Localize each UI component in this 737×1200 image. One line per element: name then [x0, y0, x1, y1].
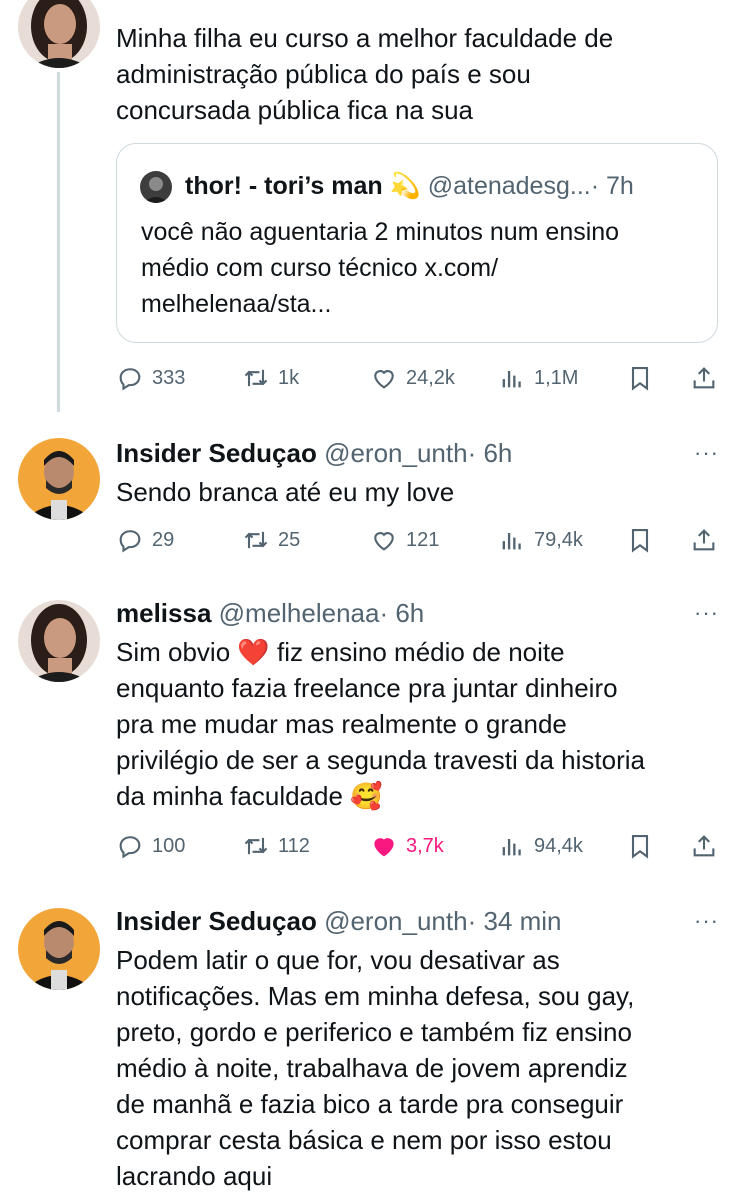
tweet-text: Minha filha eu curso a melhor faculdade … [116, 23, 614, 125]
quoted-time: · 7h [590, 172, 634, 200]
tweet-4[interactable]: Insider Seduçao @eron_unth· 34 min ··· P… [0, 900, 737, 1200]
like-button-liked[interactable]: 3,7k [370, 828, 444, 864]
timestamp[interactable]: · 6h [468, 438, 513, 468]
share-icon [693, 835, 715, 857]
avatar-melissa[interactable] [18, 600, 100, 682]
tweet-text: Sendo branca até eu my love [116, 477, 455, 507]
reply-icon [119, 368, 141, 391]
repost-button[interactable]: 1k [242, 360, 299, 396]
bookmark-icon [631, 367, 649, 391]
like-count: 3,7k [406, 834, 444, 857]
repost-button[interactable]: 112 [242, 828, 310, 864]
heart-icon [374, 370, 394, 389]
bookmark-button[interactable] [626, 522, 662, 558]
share-icon [693, 529, 715, 551]
handle[interactable]: @melhelenaa [219, 598, 380, 628]
quoted-avatar [140, 171, 172, 203]
like-count: 121 [406, 528, 440, 551]
repost-icon [244, 837, 268, 855]
views-icon [502, 371, 521, 388]
timestamp[interactable]: · 6h [379, 598, 424, 628]
tweet-actions: 100 112 3,7k 94,4k [116, 828, 720, 864]
reply-button[interactable]: 100 [116, 828, 185, 864]
share-button[interactable] [690, 828, 726, 864]
quoted-tweet[interactable]: thor! - tori’s man 💫 @atenadesg...· 7h v… [116, 143, 718, 343]
repost-icon [244, 369, 268, 387]
display-name[interactable]: Insider Seduçao [116, 906, 317, 936]
timestamp[interactable]: · 34 min [468, 906, 562, 936]
bookmark-button[interactable] [626, 360, 662, 396]
bookmark-icon [631, 835, 649, 859]
quoted-handle[interactable]: @atenadesg... [428, 172, 591, 200]
more-options-icon[interactable]: ··· [694, 908, 719, 934]
more-options-icon[interactable]: ··· [694, 440, 719, 466]
thread-line [57, 72, 60, 412]
tweet-actions: 333 1k 24,2k 1,1M [116, 360, 720, 396]
reply-count: 29 [152, 528, 175, 551]
views-count: 79,4k [534, 528, 583, 551]
display-name[interactable]: Insider Seduçao [116, 438, 317, 468]
views-icon [502, 839, 521, 856]
views-button[interactable]: 94,4k [498, 828, 583, 864]
handle[interactable]: @eron_unth [324, 438, 468, 468]
views-count: 1,1M [534, 366, 579, 389]
share-button[interactable] [690, 522, 726, 558]
heart-filled-icon [374, 838, 394, 857]
avatar-melissa[interactable] [18, 0, 100, 68]
bookmark-button[interactable] [626, 828, 662, 864]
like-button[interactable]: 24,2k [370, 360, 455, 396]
share-icon [693, 367, 715, 389]
tweet-1[interactable]: Minha filha eu curso a melhor faculdade … [0, 0, 737, 412]
reply-icon [119, 836, 141, 859]
avatar-image [18, 908, 100, 990]
avatar-image [18, 0, 100, 68]
avatar-insider[interactable] [18, 908, 100, 990]
tweet-actions: 29 25 121 79,4k [116, 522, 720, 558]
quoted-name[interactable]: thor! - tori’s man 💫 [185, 172, 421, 200]
avatar-insider[interactable] [18, 438, 100, 520]
repost-count: 25 [278, 528, 301, 551]
repost-button[interactable]: 25 [242, 522, 300, 558]
handle[interactable]: @eron_unth [324, 906, 468, 936]
like-count: 24,2k [406, 366, 455, 389]
like-button[interactable]: 121 [370, 522, 439, 558]
tweet-header: Insider Seduçao @eron_unth· 34 min [116, 906, 562, 937]
tweet-3[interactable]: melissa @melhelenaa· 6h ··· Sim obvio ❤️… [0, 590, 737, 900]
reply-button[interactable]: 333 [116, 360, 185, 396]
reply-button[interactable]: 29 [116, 522, 174, 558]
repost-count: 112 [278, 834, 310, 857]
reply-count: 333 [152, 366, 186, 389]
tweet-text: Podem latir o que for, vou desativar as … [116, 945, 635, 1191]
views-button[interactable]: 79,4k [498, 522, 583, 558]
quoted-text: você não aguentaria 2 minutos num ensino… [141, 218, 620, 318]
tweet-2[interactable]: Insider Seduçao @eron_unth· 6h ··· Sendo… [0, 410, 737, 590]
views-icon [502, 533, 521, 550]
bookmark-icon [631, 529, 649, 553]
repost-count: 1k [278, 366, 300, 389]
tweet-header: Insider Seduçao @eron_unth· 6h [116, 438, 512, 469]
display-name[interactable]: melissa [116, 598, 211, 628]
repost-icon [244, 531, 268, 549]
views-count: 94,4k [534, 834, 583, 857]
reply-count: 100 [152, 834, 186, 857]
share-button[interactable] [690, 360, 726, 396]
tweet-header: melissa @melhelenaa· 6h [116, 598, 424, 629]
avatar-image [18, 600, 100, 682]
avatar-image [18, 438, 100, 520]
quoted-header: thor! - tori’s man 💫 @atenadesg...· 7h [185, 172, 634, 201]
heart-icon [374, 532, 394, 551]
tweet-text: Sim obvio ❤️ fiz ensino médio de noite e… [116, 637, 645, 811]
reply-icon [119, 530, 141, 553]
views-button[interactable]: 1,1M [498, 360, 578, 396]
more-options-icon[interactable]: ··· [694, 600, 719, 626]
